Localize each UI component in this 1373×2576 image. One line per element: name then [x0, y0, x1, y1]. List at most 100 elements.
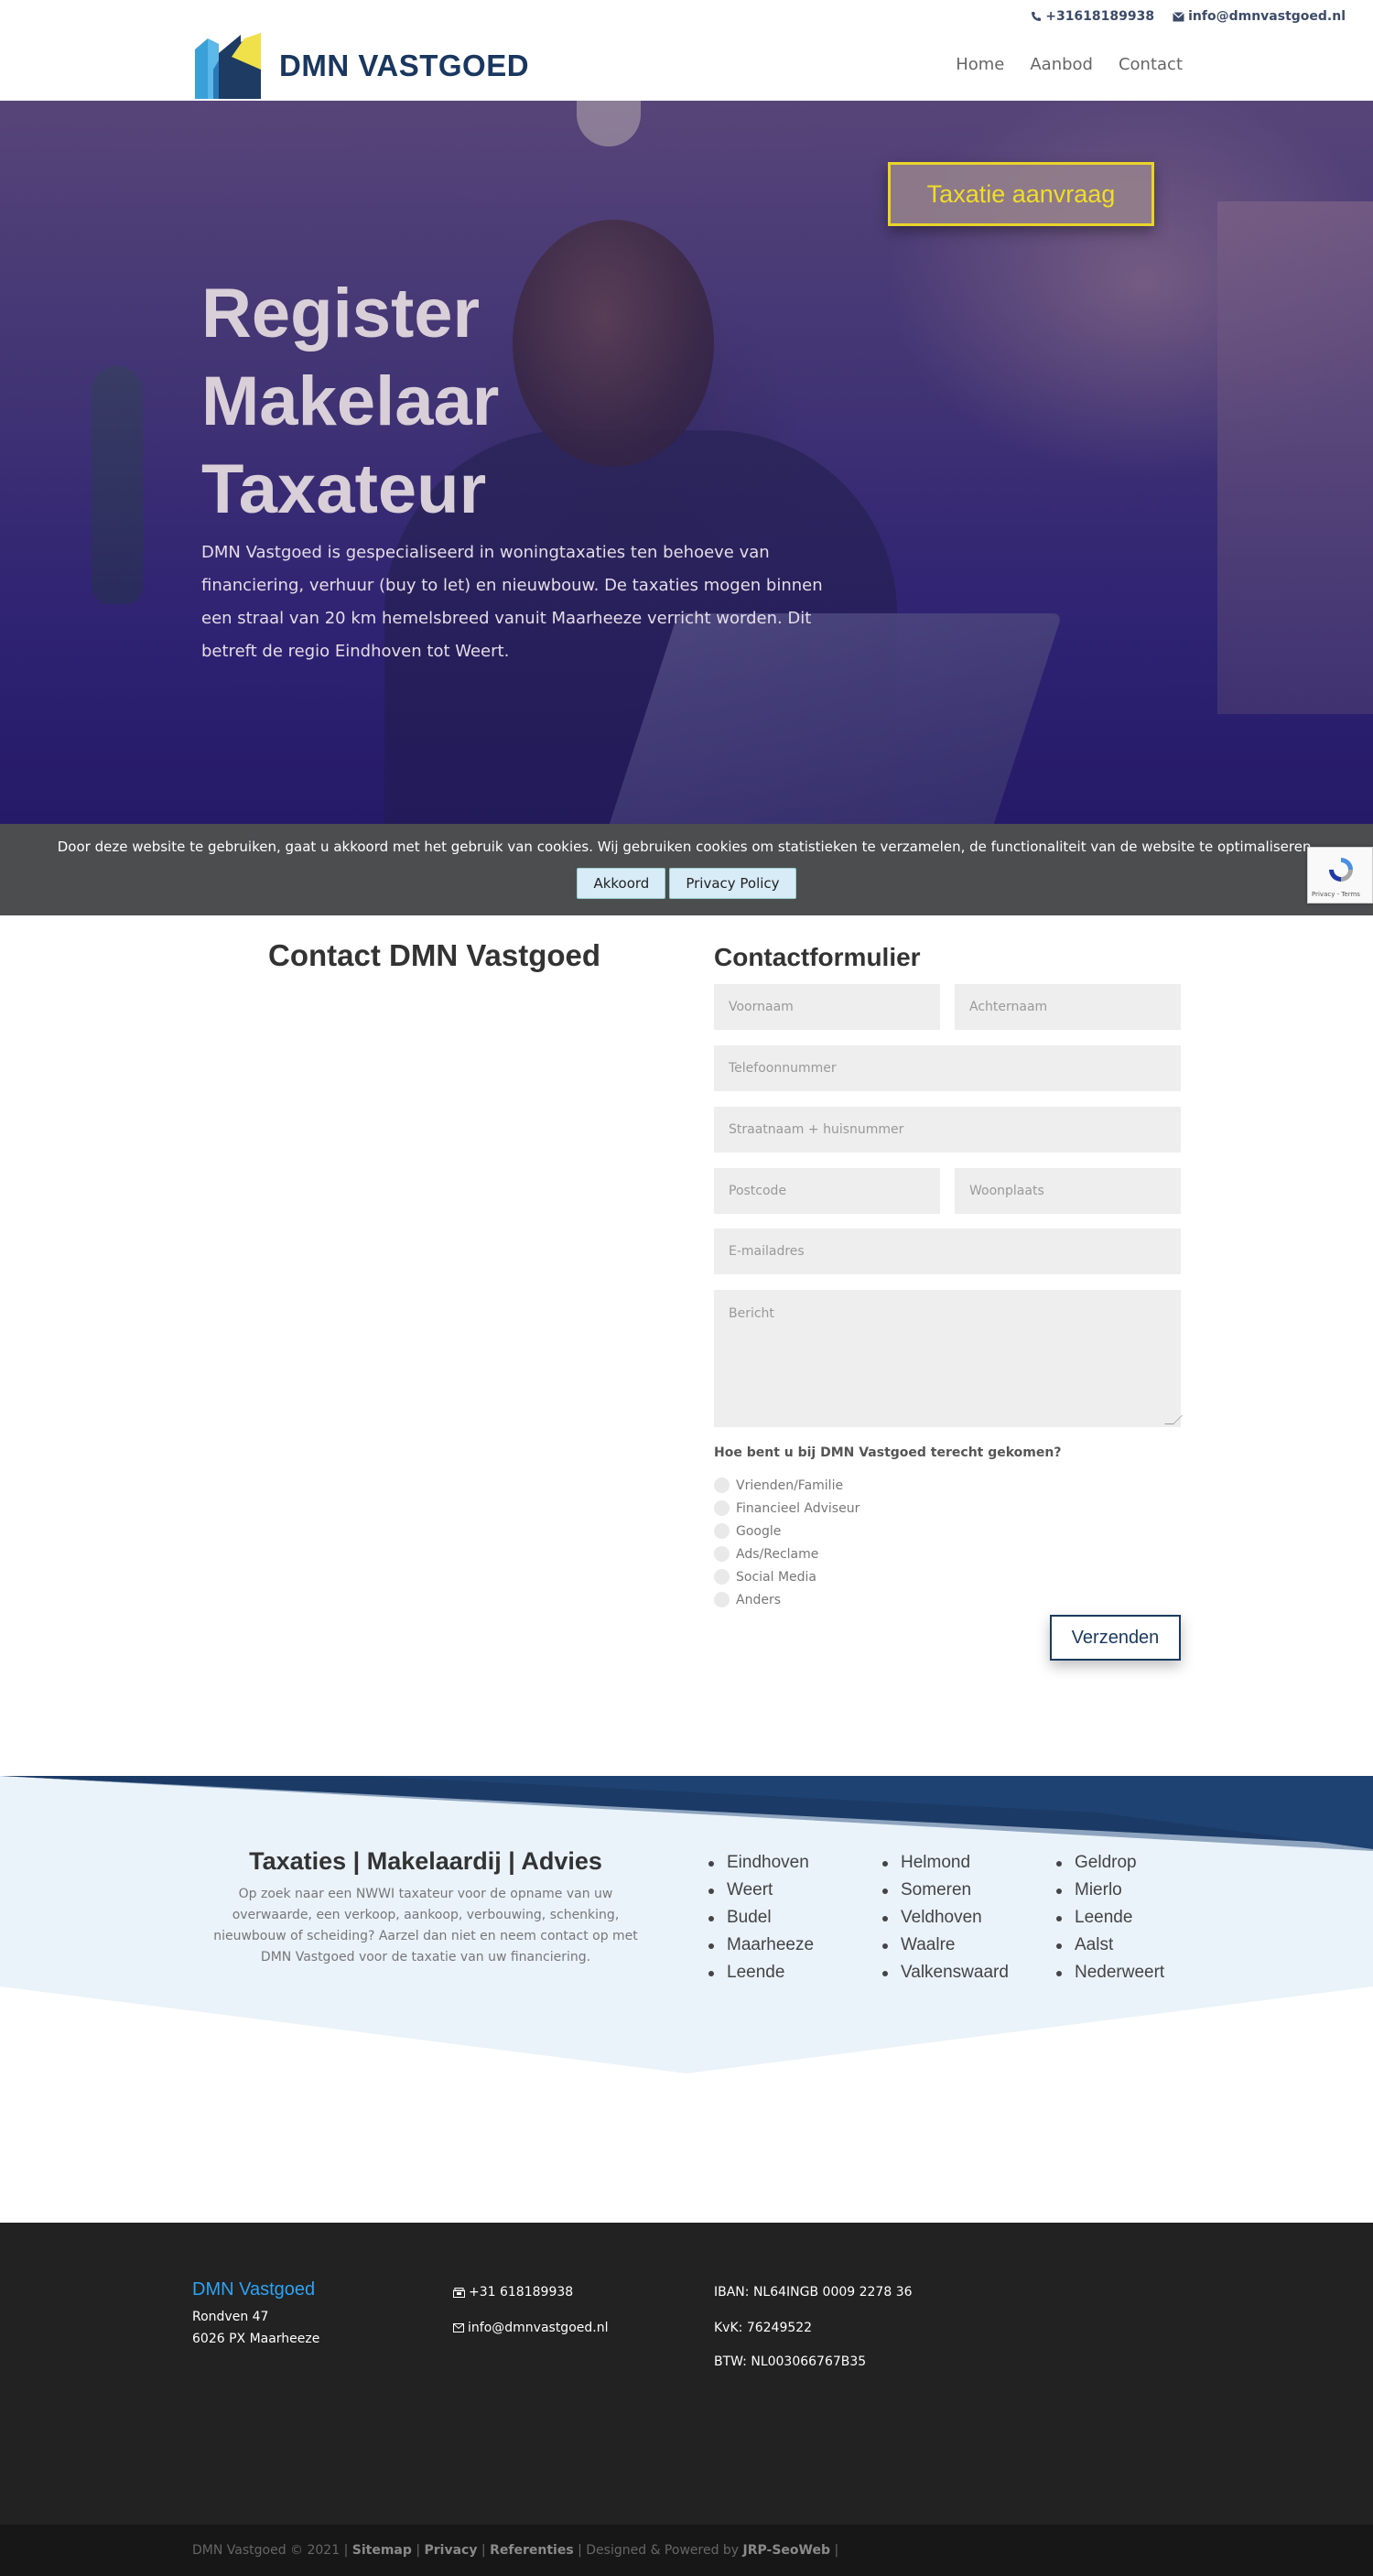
site-footer [0, 2223, 1373, 2525]
hero-title-line: Taxateur [201, 450, 487, 528]
radio-circle-icon[interactable] [714, 1569, 730, 1585]
street-input[interactable]: Straatnaam + huisnummer [714, 1107, 1181, 1153]
radio-label: Financieel Adviseur [736, 1500, 860, 1516]
list-item: Mierlo [1056, 1877, 1164, 1904]
postcode-input[interactable]: Postcode [714, 1168, 940, 1214]
footer-phone-text: +31 618189938 [469, 2285, 574, 2300]
list-item: Weert [708, 1877, 814, 1904]
recaptcha-label: Privacy - Terms [1312, 891, 1360, 898]
footer-email-text: info@dmnvastgoed.nl [468, 2321, 609, 2335]
radio-option[interactable]: Vrienden/Familie [714, 1474, 859, 1497]
nav-contact[interactable]: Contact [1119, 55, 1183, 74]
radio-label: Vrienden/Familie [736, 1477, 844, 1493]
submit-button[interactable]: Verzenden [1050, 1615, 1181, 1661]
radio-option[interactable]: Ads/Reclame [714, 1542, 859, 1565]
hero-title: Register Makelaar Taxateur [201, 270, 499, 534]
hero-title-line: Register [201, 275, 481, 352]
message-placeholder: Bericht [729, 1306, 774, 1321]
footer-address-line: 6026 PX Maarheeze [192, 2332, 320, 2346]
copyright-text: DMN Vastgoed © 2021 | [192, 2543, 349, 2558]
list-item: Nederweert [1056, 1959, 1164, 1986]
radio-label: Ads/Reclame [736, 1546, 819, 1562]
radio-label: Google [736, 1523, 782, 1539]
area-list-2: Helmond Someren Veldhoven Waalre Valkens… [882, 1849, 1009, 1986]
list-item: Maarheeze [708, 1932, 814, 1959]
footer-address-line: Rondven 47 [192, 2310, 269, 2324]
radio-circle-icon[interactable] [714, 1477, 730, 1493]
list-item: Waalre [882, 1932, 1009, 1959]
nav-home[interactable]: Home [956, 55, 1004, 74]
first-name-input[interactable]: Voornaam [714, 984, 940, 1030]
last-name-input[interactable]: Achternaam [955, 984, 1181, 1030]
form-title: Contactformulier [714, 943, 921, 971]
list-item: Helmond [882, 1849, 1009, 1877]
top-contact: +31618189938 info@dmnvastgoed.nl [1031, 9, 1346, 24]
mail-icon [453, 2323, 464, 2332]
cookie-bar: Door deze website te gebruiken, gaat u a… [0, 824, 1373, 915]
footer-bottom-text: DMN Vastgoed © 2021 | Sitemap | Privacy … [192, 2543, 839, 2558]
radio-circle-icon[interactable] [714, 1523, 730, 1539]
recaptcha-icon [1329, 858, 1353, 882]
radio-label: Anders [736, 1592, 781, 1607]
main-nav: Home Aanbod Contact [956, 55, 1183, 74]
list-item: Someren [882, 1877, 1009, 1904]
footer-brand: DMN Vastgoed [192, 2279, 316, 2300]
radio-label: Social Media [736, 1569, 817, 1585]
top-phone-link[interactable]: +31618189938 [1031, 9, 1154, 24]
list-item: Eindhoven [708, 1849, 814, 1877]
area-list-1: Eindhoven Weert Budel Maarheeze Leende [708, 1849, 814, 1986]
list-item: Aalst [1056, 1932, 1164, 1959]
contact-title: Contact DMN Vastgoed [268, 938, 601, 972]
phone-icon [453, 2287, 465, 2298]
list-item: Veldhoven [882, 1904, 1009, 1932]
cookie-accept-button[interactable]: Akkoord [577, 868, 666, 899]
taxatie-aanvraag-button[interactable]: Taxatie aanvraag [888, 162, 1154, 226]
referral-options: Vrienden/Familie Financieel Adviseur Goo… [714, 1474, 859, 1611]
footer-iban: IBAN: NL64INGB 0009 2278 36 [714, 2285, 913, 2300]
hero-section: Register Makelaar Taxateur DMN Vastgoed … [0, 101, 1373, 824]
footer-phone[interactable]: +31 618189938 [453, 2285, 573, 2300]
list-item: Leende [1056, 1904, 1164, 1932]
privacy-link[interactable]: Privacy [425, 2543, 478, 2558]
phone-icon [1032, 12, 1042, 21]
logo[interactable]: DMN VASTGOED [195, 33, 529, 99]
site-header: DMN VASTGOED Home Aanbod Contact [0, 33, 1373, 101]
area-list-3: Geldrop Mierlo Leende Aalst Nederweert [1056, 1849, 1164, 1986]
footer-email[interactable]: info@dmnvastgoed.nl [453, 2321, 608, 2335]
radio-option[interactable]: Social Media [714, 1565, 859, 1588]
top-bar: +31618189938 info@dmnvastgoed.nl [0, 0, 1373, 33]
radio-circle-icon[interactable] [714, 1500, 730, 1516]
hero-title-line: Makelaar [201, 363, 500, 440]
radio-circle-icon[interactable] [714, 1546, 730, 1562]
mail-icon [1173, 11, 1185, 21]
recaptcha-badge[interactable]: Privacy - Terms [1307, 847, 1373, 904]
nav-aanbod[interactable]: Aanbod [1030, 55, 1093, 74]
logo-text: DMN VASTGOED [279, 49, 530, 82]
sitemap-link[interactable]: Sitemap [352, 2543, 412, 2558]
logo-mark-icon [195, 33, 261, 99]
email-input[interactable]: E-mailadres [714, 1228, 1181, 1274]
designer-link[interactable]: JRP-SeoWeb [743, 2543, 830, 2558]
resize-handle-icon[interactable] [1164, 1415, 1183, 1424]
cookie-text: Door deze website te gebruiken, gaat u a… [57, 839, 1316, 855]
areas-description: Op zoek naar een NWWI taxateur voor de o… [213, 1887, 638, 1964]
list-item: Valkenswaard [882, 1959, 1009, 1986]
radio-option[interactable]: Google [714, 1520, 859, 1542]
designed-text: | Designed & Powered by [578, 2543, 740, 2558]
referenties-link[interactable]: Referenties [490, 2543, 574, 2558]
radio-option[interactable]: Financieel Adviseur [714, 1497, 859, 1520]
cookie-privacy-button[interactable]: Privacy Policy [669, 868, 796, 899]
radio-circle-icon[interactable] [714, 1592, 730, 1607]
phone-input[interactable]: Telefoonnummer [714, 1045, 1181, 1091]
message-textarea[interactable]: Bericht [714, 1290, 1183, 1427]
list-item: Budel [708, 1904, 814, 1932]
areas-title: Taxaties | Makelaardij | Advies [249, 1847, 602, 1875]
city-input[interactable]: Woonplaats [955, 1168, 1181, 1214]
list-item: Geldrop [1056, 1849, 1164, 1877]
footer-btw: BTW: NL003066767B35 [714, 2354, 867, 2369]
referral-question: Hoe bent u bij DMN Vastgoed terecht geko… [714, 1445, 1062, 1460]
cookie-buttons: Akkoord Privacy Policy [0, 868, 1373, 899]
top-email-link[interactable]: info@dmnvastgoed.nl [1173, 9, 1346, 24]
radio-option[interactable]: Anders [714, 1588, 859, 1611]
top-phone-text: +31618189938 [1045, 9, 1155, 24]
